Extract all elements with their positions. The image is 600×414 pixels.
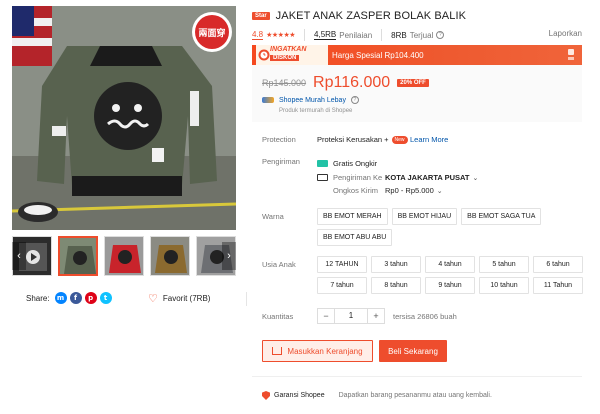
thumbnail-brown[interactable]	[150, 236, 190, 276]
rating-stars-icon: ★★★★★	[266, 31, 296, 39]
rating-value[interactable]: 4.8	[252, 30, 264, 40]
thumbnail-red[interactable]	[104, 236, 144, 276]
buy-now-button[interactable]: Beli Sekarang	[379, 340, 447, 362]
help-icon[interactable]: ?	[436, 31, 445, 39]
thumbnail-prev-button[interactable]: ‹	[12, 242, 26, 270]
size-option[interactable]: 9 tahun	[425, 277, 475, 294]
quantity-stepper: − 1 + tersisa 26806 buah	[317, 308, 457, 324]
original-price: Rp145.000	[262, 78, 307, 88]
learn-more-link[interactable]: Learn More	[410, 135, 448, 144]
new-badge: New	[391, 135, 408, 144]
heart-icon: ♡	[148, 291, 158, 305]
size-options: 12 TAHUN 3 tahun 4 tahun 5 tahun 6 tahun…	[317, 256, 589, 294]
cart-icon	[272, 347, 283, 355]
chevron-down-icon[interactable]: ⌄	[437, 187, 443, 195]
share-label: Share:	[26, 293, 50, 303]
sold-label: Terjual	[409, 30, 434, 40]
protection-label: Protection	[262, 135, 296, 144]
free-shipping-icon	[317, 159, 328, 167]
size-option[interactable]: 5 tahun	[479, 256, 529, 273]
free-shipping-text: Gratis Ongkir	[333, 158, 378, 168]
ship-to-value[interactable]: KOTA JAKARTA PUSAT	[385, 173, 469, 182]
promo-subtext: Produk termurah di Shopee	[279, 108, 353, 114]
add-to-cart-button[interactable]: Masukkan Keranjang	[262, 340, 373, 362]
guarantee-title[interactable]: Garansi Shopee	[274, 392, 325, 399]
messenger-icon[interactable]: m	[54, 292, 67, 304]
promo-help-icon[interactable]: ?	[350, 96, 359, 104]
star-seller-badge: Star	[252, 12, 270, 20]
shield-icon	[262, 391, 270, 400]
favorite-label: Favorit (7RB)	[162, 293, 211, 303]
size-option[interactable]: 4 tahun	[425, 256, 475, 273]
reviews-label: Penilaian	[339, 30, 373, 40]
flash-expand-icon	[568, 49, 574, 55]
shipping-label: Pengiriman	[262, 157, 300, 166]
promo-link[interactable]: Shopee Murah Lebay	[279, 97, 346, 104]
quantity-label: Kuantitas	[262, 312, 294, 321]
flash-sale-banner[interactable]: INGATKAN DISKON Harga Spesial Rp104.400	[252, 45, 582, 65]
size-option[interactable]: 7 tahun	[317, 277, 367, 294]
thumbnail-strip: ‹ ›	[12, 236, 236, 278]
thumbnail-green[interactable]	[58, 236, 98, 276]
product-title: JAKET ANAK ZASPER BOLAK BALIK	[275, 10, 467, 22]
sold-count: 8RB	[391, 30, 407, 40]
alarm-clock-icon	[258, 49, 270, 61]
chevron-down-icon[interactable]: ⌄	[472, 174, 478, 182]
truck-icon	[317, 174, 328, 181]
report-link[interactable]: Laporkan	[549, 29, 582, 38]
favorite-button[interactable]: ♡ Favorit (7RB)	[148, 290, 210, 306]
ingatkan-diskon-logo: INGATKAN DISKON	[256, 45, 328, 65]
color-option[interactable]: BB EMOT ABU ABU	[317, 229, 393, 246]
size-option[interactable]: 12 TAHUN	[317, 256, 367, 273]
two-way-tag: 兩面穿	[198, 29, 226, 39]
color-label: Warna	[262, 212, 284, 221]
shipping-info: Gratis Ongkir Pengiriman Ke KOTA JAKARTA…	[317, 156, 478, 196]
shipping-cost-value[interactable]: Rp0 - Rp5.000	[385, 186, 434, 195]
protection-option: Proteksi Kerusakan + New	[317, 135, 408, 144]
size-option[interactable]: 8 tahun	[371, 277, 421, 294]
thumbnail-next-button[interactable]: ›	[222, 242, 236, 270]
size-option[interactable]: 10 tahun	[479, 277, 529, 294]
size-option[interactable]: 6 tahun	[533, 256, 583, 273]
share-divider	[246, 292, 247, 306]
stock-text: tersisa 26806 buah	[393, 311, 457, 321]
size-option[interactable]: 3 tahun	[371, 256, 421, 273]
product-main-image[interactable]: 兩面穿	[12, 6, 236, 230]
reviews-count[interactable]: 4,5RB	[314, 30, 337, 40]
guarantee-description: Dapatkan barang pesananmu atau uang kemb…	[338, 392, 492, 399]
facebook-icon[interactable]: f	[69, 292, 82, 304]
color-option[interactable]: BB EMOT SAGA TUA	[461, 208, 542, 225]
current-price: Rp116.000	[313, 74, 391, 91]
shipping-cost-label: Ongkos Kirim	[333, 186, 379, 195]
product-details: Star JAKET ANAK ZASPER BOLAK BALIK 4.8 ★…	[252, 0, 588, 414]
share-row: Share: m f p t	[26, 290, 112, 306]
product-stats: 4.8 ★★★★★ 4,5RB Penilaian 8RB Terjual ? …	[252, 29, 588, 41]
flash-sale-text: Harga Spesial Rp104.400	[332, 50, 424, 60]
quantity-input[interactable]: 1	[335, 308, 367, 324]
color-options: BB EMOT MERAH BB EMOT HIJAU BB EMOT SAGA…	[317, 208, 579, 246]
price-box: Rp145.000 Rp116.000 20% OFF Shopee Murah…	[252, 65, 582, 122]
quantity-minus-button[interactable]: −	[317, 308, 335, 324]
size-label: Usia Anak	[262, 260, 296, 269]
size-option[interactable]: 11 Tahun	[533, 277, 583, 294]
color-option[interactable]: BB EMOT HIJAU	[391, 208, 458, 225]
color-option[interactable]: BB EMOT MERAH	[317, 208, 388, 225]
discount-badge: 20% OFF	[397, 79, 429, 87]
twitter-icon[interactable]: t	[99, 292, 112, 304]
promo-logo-icon	[262, 97, 274, 103]
guarantee-divider	[252, 376, 582, 377]
pinterest-icon[interactable]: p	[84, 292, 97, 304]
shopee-guarantee: Garansi Shopee Dapatkan barang pesananmu…	[262, 391, 492, 400]
flash-arrow-icon	[568, 57, 574, 60]
quantity-plus-button[interactable]: +	[367, 308, 385, 324]
